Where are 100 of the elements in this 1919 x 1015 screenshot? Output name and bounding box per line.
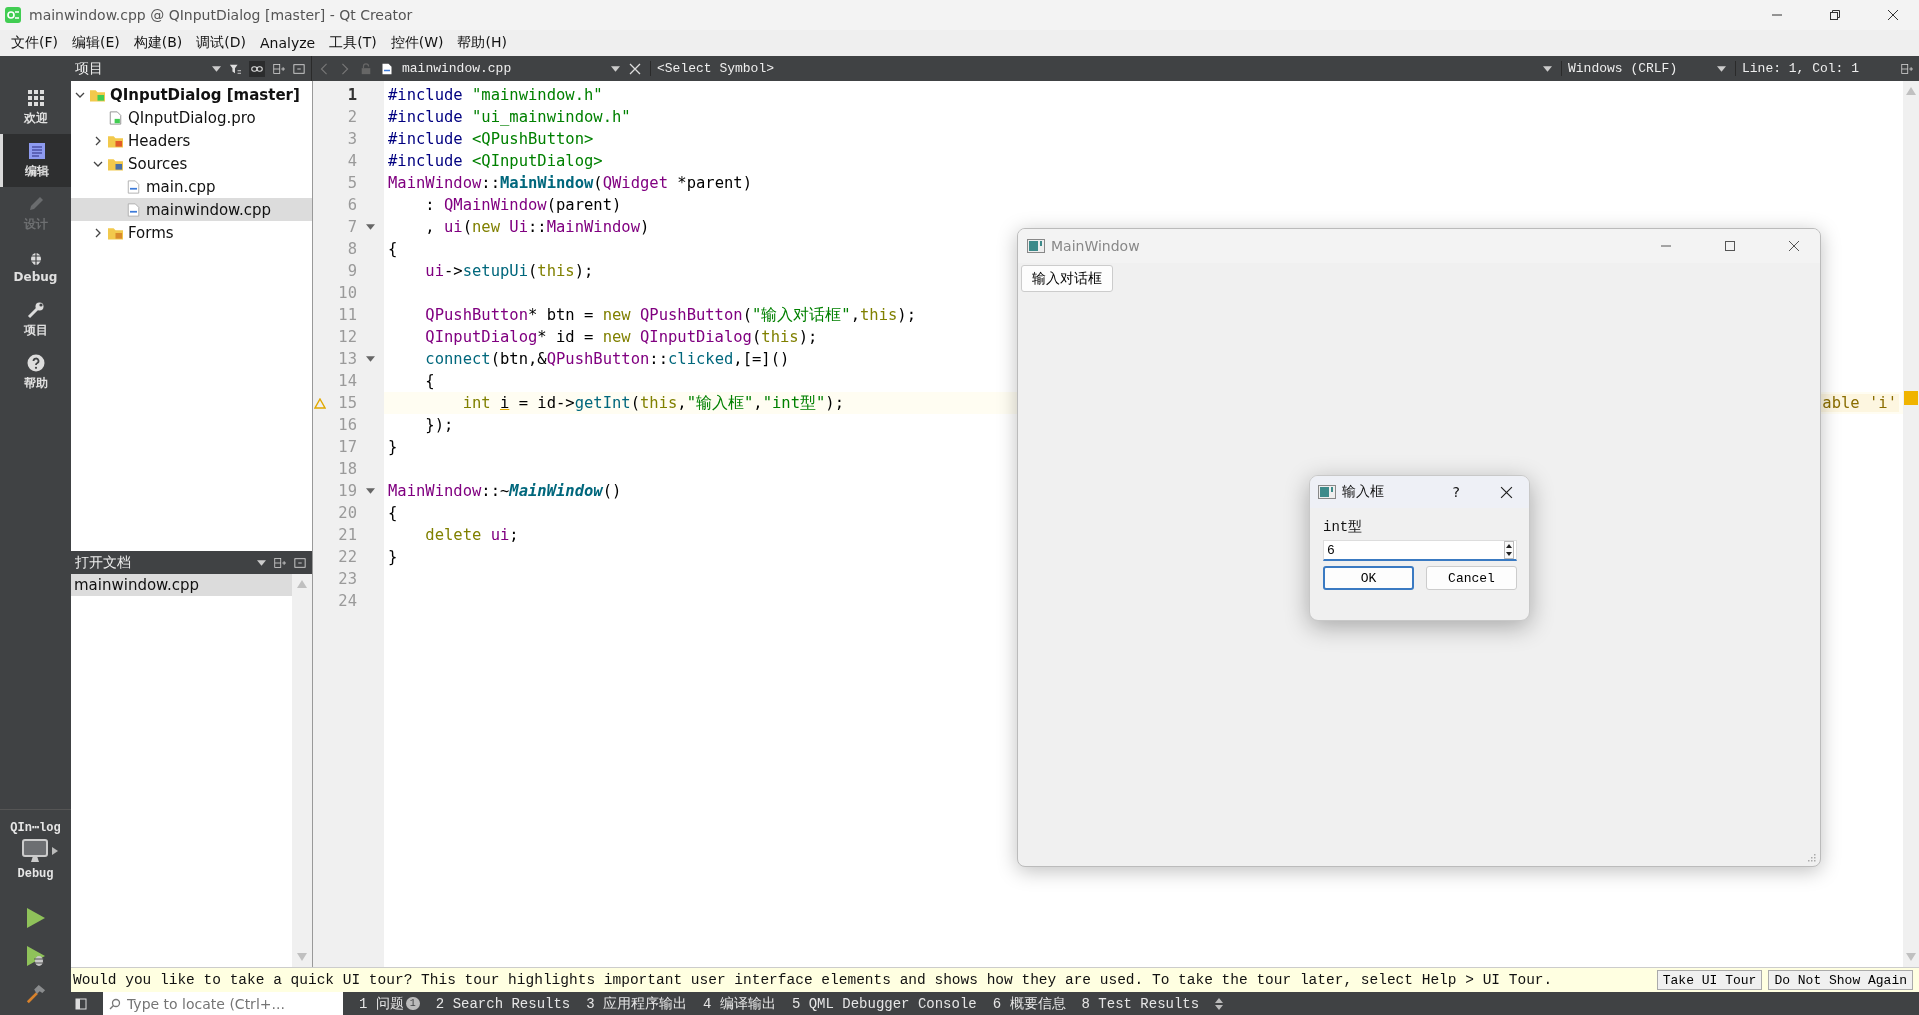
locator-field[interactable]: Type to locate (Ctrl+... (103, 992, 343, 1015)
menu-item[interactable]: 工具(T) (322, 32, 384, 54)
output-pane-tab[interactable]: 8 Test Results (1081, 995, 1200, 1012)
line-number: 11 (337, 306, 357, 324)
resize-grip-icon[interactable] (1808, 854, 1816, 862)
restore-icon[interactable] (1829, 9, 1841, 21)
code-line: QPushButton* btn = new QPushButton("输入对话框",this); (424, 304, 916, 326)
close-icon[interactable] (1887, 9, 1899, 21)
line-number: 21 (337, 526, 357, 544)
spin-arrows-icon[interactable] (1504, 541, 1514, 559)
monitor-icon[interactable] (21, 839, 48, 863)
document-icon (28, 141, 46, 160)
tree-item[interactable]: mainwindow.cpp (71, 198, 312, 221)
tour-button[interactable]: Take UI Tour (1656, 970, 1763, 990)
warning-marker[interactable] (1904, 391, 1918, 405)
mode-button[interactable]: 项目 (0, 293, 71, 346)
caret-icon[interactable] (611, 65, 620, 72)
wrench-icon (26, 300, 45, 319)
panel-title: 打开文档 (75, 553, 132, 572)
mode-button[interactable]: Debug (0, 240, 71, 293)
mode-button[interactable]: 编辑 (0, 134, 71, 187)
cpp-file-icon (126, 179, 141, 194)
output-pane-tab[interactable]: 4 编译输出 (703, 994, 776, 1013)
code-line: { (424, 372, 435, 390)
push-button[interactable]: 输入对话框 (1021, 265, 1113, 292)
spin-box[interactable]: 6 (1323, 540, 1517, 561)
document-item[interactable]: mainwindow.cpp (71, 574, 292, 596)
menu-item[interactable]: 编辑(E) (65, 32, 127, 54)
menu-item[interactable]: 控件(W) (383, 32, 451, 54)
tree-item[interactable]: Sources (71, 152, 312, 175)
output-pane-tab[interactable]: 5 QML Debugger Console (791, 995, 977, 1012)
folder-icon (108, 133, 123, 148)
line-number: 7 (346, 218, 357, 236)
dialog-button[interactable]: Cancel (1426, 566, 1517, 590)
code-line: { (387, 504, 398, 522)
expand-arrow-icon[interactable] (51, 847, 58, 855)
output-pane-tab[interactable]: 1 问题 1 (359, 994, 420, 1013)
line-number: 10 (337, 284, 357, 302)
caret-icon[interactable] (212, 65, 221, 72)
code-line: #include <QPushButton> (387, 130, 594, 148)
tree-item[interactable]: main.cpp (71, 175, 312, 198)
target-project-label: QIn⋯log (10, 820, 61, 835)
symbol-selector[interactable]: <Select Symbol> (650, 61, 775, 76)
line-number: 23 (337, 570, 357, 588)
hammer-icon[interactable] (25, 983, 46, 1005)
code-line: { (387, 240, 398, 258)
split-icon[interactable] (274, 556, 286, 569)
chevron-right-icon[interactable] (93, 227, 103, 238)
help-button[interactable]: ? (1452, 484, 1460, 500)
line-number: 5 (346, 174, 357, 192)
close-panel-icon[interactable] (293, 62, 305, 75)
close-icon[interactable] (1788, 240, 1800, 252)
tour-button[interactable]: Do Not Show Again (1768, 970, 1913, 990)
menu-item[interactable]: Analyze (253, 33, 323, 53)
output-pane-tab[interactable]: 2 Search Results (435, 995, 571, 1012)
code-line: MainWindow::MainWindow(QWidget *parent) (387, 174, 752, 192)
menu-item[interactable]: 帮助(H) (450, 32, 514, 54)
dialog-button[interactable]: OK (1323, 566, 1414, 590)
maximize-icon[interactable] (1724, 240, 1736, 252)
scrollbar[interactable] (1903, 81, 1919, 967)
cursor-position[interactable]: Line: 1, Col: 1 (1735, 61, 1892, 76)
caret-icon[interactable] (1543, 65, 1552, 72)
code-line: MainWindow::~MainWindow() (387, 482, 622, 500)
caret-icon[interactable] (257, 559, 266, 566)
tree-item[interactable]: QInputDialog.pro (71, 106, 312, 129)
chevron-right-icon[interactable] (93, 135, 103, 146)
close-icon[interactable] (1500, 485, 1513, 499)
file-name[interactable]: mainwindow.cpp (402, 61, 602, 76)
split-icon[interactable] (1901, 62, 1913, 75)
debug-run-icon[interactable] (25, 945, 46, 967)
tree-item[interactable]: Headers (71, 129, 312, 152)
output-pane-tab[interactable]: 3 应用程序输出 (586, 994, 688, 1013)
run-icon[interactable] (25, 907, 46, 929)
field-label: int型 (1323, 518, 1364, 536)
menu-item[interactable]: 文件(F) (4, 32, 65, 54)
cpp-file-icon (126, 202, 141, 217)
warning-annotation: able 'i' (1820, 394, 1899, 412)
mode-button[interactable]: 帮助 (0, 346, 71, 399)
filter-icon[interactable] (229, 62, 241, 75)
code-line: delete ui; (424, 526, 519, 544)
panel-title: 项目 (75, 59, 104, 78)
menu-item[interactable]: 调试(D) (189, 32, 253, 54)
help-icon (26, 353, 45, 372)
mode-button[interactable]: 欢迎 (0, 81, 71, 134)
fold-arrow-icon[interactable] (366, 356, 375, 362)
sidebar-toggle-icon[interactable] (75, 997, 87, 1010)
tree-item[interactable]: QInputDialog [master] (71, 83, 312, 106)
link-icon[interactable] (249, 60, 265, 77)
split-icon[interactable] (273, 62, 285, 75)
tree-item[interactable]: Forms (71, 221, 312, 244)
output-pane-tab[interactable]: 6 概要信息 (992, 994, 1066, 1013)
caret-icon[interactable] (1717, 65, 1726, 72)
close-panel-icon[interactable] (294, 556, 306, 569)
file-icon (108, 110, 123, 125)
fold-arrow-icon[interactable] (366, 224, 375, 230)
line-ending-selector[interactable]: Windows (CRLF) (1561, 61, 1708, 76)
cpp-file-icon (381, 62, 393, 75)
menu-item[interactable]: 构建(B) (126, 32, 190, 54)
fold-arrow-icon[interactable] (366, 488, 375, 494)
up-down-arrows-icon[interactable] (1215, 997, 1224, 1010)
